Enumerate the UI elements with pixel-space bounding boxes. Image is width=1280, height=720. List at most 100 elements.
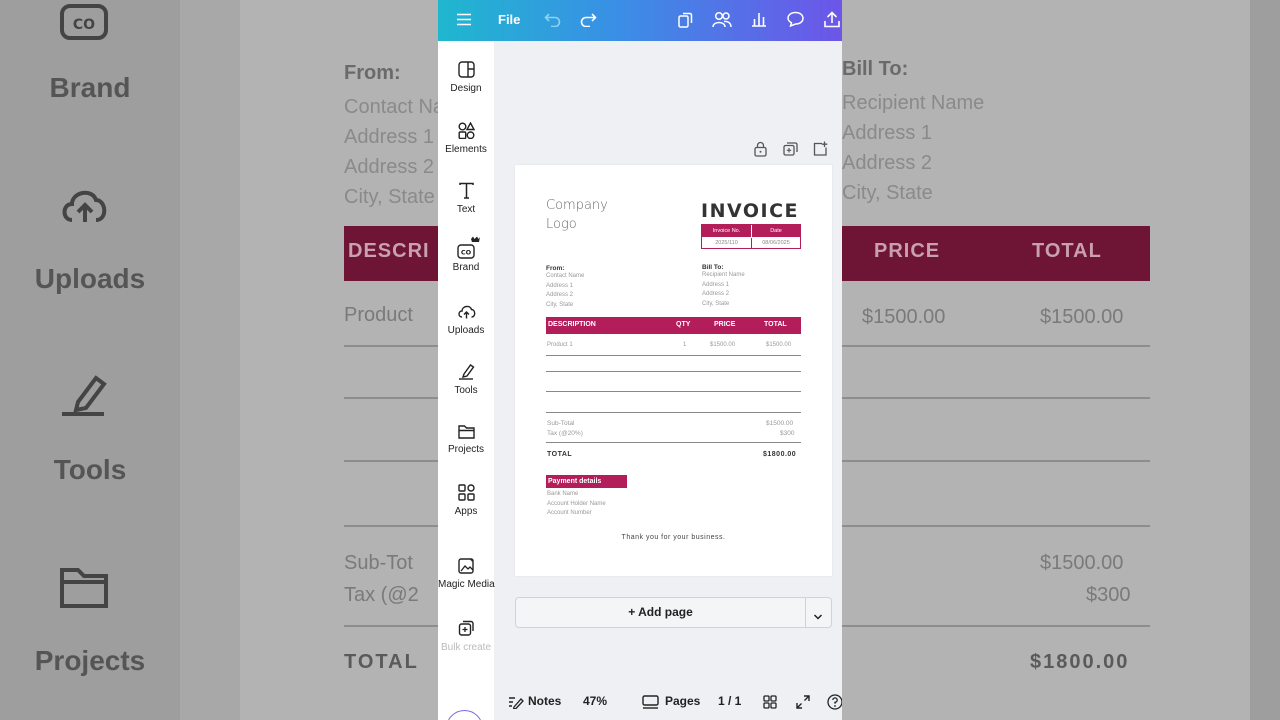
bill-to-line: City, State (702, 300, 730, 307)
col-description: DESCRIPTION (548, 321, 596, 328)
logo-line: Logo (546, 217, 577, 232)
payment-details-heading[interactable]: Payment details (546, 475, 627, 488)
sidebar-item-label: Brand (452, 262, 480, 273)
payment-line: Account Number (547, 510, 592, 516)
add-page-button[interactable]: + Add page (516, 598, 805, 627)
add-page-control: + Add page (515, 597, 832, 628)
tax-label: Tax (@20%) (547, 430, 583, 437)
sidebar-item-label: Elements (445, 144, 487, 155)
payment-line: Account Holder Name (547, 500, 606, 507)
pages-button[interactable]: Pages (665, 694, 700, 708)
uploads-icon (438, 303, 494, 320)
share-icon[interactable] (824, 11, 840, 28)
pages-icon[interactable] (642, 695, 659, 712)
bg-from-line: Address 1 (344, 126, 435, 148)
grid-view-icon[interactable] (763, 695, 777, 712)
from-heading: From: (546, 265, 565, 272)
sidebar-item-magic-media[interactable]: Magic Media (438, 557, 495, 590)
duplicate-icon[interactable] (678, 12, 693, 28)
bg-bill-line: Recipient Name (842, 92, 985, 114)
chevron-down-icon[interactable] (813, 608, 823, 626)
date-label: Date (752, 225, 800, 237)
row-total: $1500.00 (766, 342, 792, 348)
add-page-icon[interactable] (813, 141, 828, 161)
collaborate-icon[interactable] (712, 11, 732, 28)
bg-col-price: PRICE (874, 240, 941, 262)
bill-to-line: Address 1 (702, 281, 730, 288)
elements-icon (438, 122, 494, 139)
redo-icon[interactable] (580, 12, 597, 27)
svg-text:CO: CO (461, 249, 472, 257)
top-toolbar: File (438, 0, 842, 41)
bg-bill-line: City, State (842, 182, 933, 204)
bg-tax-value: $300 (1086, 584, 1131, 606)
row-description: Product 1 (547, 342, 573, 348)
bg-projects-icon (60, 568, 108, 608)
col-total: TOTAL (764, 321, 787, 328)
notes-icon[interactable] (508, 695, 524, 712)
bill-to-block[interactable]: Bill To: Recipient Name Address 1 Addres… (702, 264, 745, 309)
tools-icon (438, 363, 494, 380)
invoice-meta-box[interactable]: Invoice No. Date 2025/110 08/06/2025 (701, 224, 801, 249)
sidebar-item-projects[interactable]: Projects (438, 424, 494, 455)
table-divider (546, 355, 801, 356)
sidebar-item-label: Projects (447, 444, 485, 455)
duplicate-page-icon[interactable] (783, 142, 798, 161)
bg-col-total: TOTAL (1032, 240, 1102, 262)
bg-col-description: DESCRI (348, 240, 430, 262)
fullscreen-icon[interactable] (796, 695, 810, 712)
bg-bill-line: Address 1 (842, 122, 933, 144)
date-value: 08/06/2025 (762, 240, 790, 246)
sidebar-item-design[interactable]: Design (438, 61, 494, 94)
bg-label-uploads: Uploads (34, 263, 146, 294)
help-icon[interactable] (827, 694, 842, 713)
file-menu-button[interactable]: File (498, 12, 520, 27)
sidebar-item-elements[interactable]: Elements (438, 122, 494, 155)
thank-you-note[interactable]: Thank you for your business. (515, 534, 832, 541)
invoice-no-value: 2025/110 (702, 238, 752, 249)
invoice-page[interactable]: Company Logo INVOICE Invoice No. Date 20… (515, 165, 832, 576)
sidebar-item-brand[interactable]: CO Brand (438, 236, 494, 273)
sidebar-item-text[interactable]: Text (438, 182, 494, 215)
table-header[interactable]: DESCRIPTION QTY PRICE TOTAL (546, 317, 801, 334)
zoom-level[interactable]: 47% (583, 694, 607, 708)
tax-value: $300 (780, 430, 795, 437)
bg-bill-heading: Bill To: (842, 58, 909, 80)
menu-icon[interactable] (457, 13, 471, 26)
sidebar-item-label: Tools (454, 385, 478, 396)
sidebar-item-label: Text (456, 204, 476, 215)
bg-from-heading: From: (344, 62, 401, 84)
total-label: TOTAL (547, 451, 573, 458)
projects-icon (438, 424, 494, 439)
invoice-title[interactable]: INVOICE (701, 200, 799, 222)
summary-divider (546, 442, 801, 443)
sidebar-item-tools[interactable]: Tools (438, 363, 494, 396)
add-page-divider (805, 598, 806, 627)
bg-uploads-icon (62, 190, 107, 222)
bg-subtotal-label: Sub-Tot (344, 552, 413, 574)
from-line: Address 1 (546, 282, 574, 289)
bg-label-tools: Tools (53, 454, 127, 485)
comment-icon[interactable] (787, 11, 804, 27)
sidebar-item-label: Design (450, 83, 482, 94)
lock-icon[interactable] (754, 141, 767, 162)
payment-block[interactable]: Bank Name Account Holder Name Account Nu… (547, 490, 606, 519)
undo-icon[interactable] (544, 12, 561, 27)
bulk-create-icon (438, 620, 494, 637)
subtotal-value: $1500.00 (766, 420, 794, 427)
sidebar-item-apps[interactable]: Apps (438, 484, 494, 517)
bg-brand-icon: CO (60, 4, 108, 40)
from-block[interactable]: From: Contact Name Address 1 Address 2 C… (546, 265, 584, 310)
company-logo-text[interactable]: Company Logo (546, 196, 608, 234)
sidebar-item-uploads[interactable]: Uploads (438, 303, 494, 336)
side-panel: Design Elements Text CO Brand Uploads To… (438, 41, 495, 720)
col-qty: QTY (676, 321, 691, 328)
sidebar-item-bulk-create[interactable]: Bulk create (438, 620, 494, 652)
page-counter[interactable]: 1 / 1 (718, 694, 741, 708)
text-icon (438, 182, 494, 199)
from-line: Address 2 (546, 292, 574, 298)
notes-button[interactable]: Notes (528, 694, 561, 708)
insights-icon[interactable] (751, 11, 767, 27)
magic-assistant-button[interactable] (446, 710, 483, 720)
from-line: City, State (546, 301, 574, 308)
